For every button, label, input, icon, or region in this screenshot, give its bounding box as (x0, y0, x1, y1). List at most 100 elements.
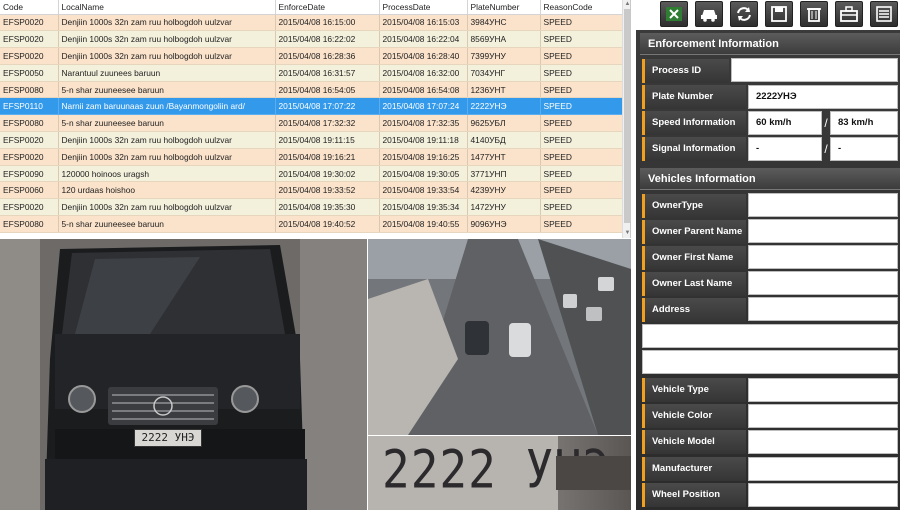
cell-reasoncode: SPEED (540, 30, 623, 49)
cell-platenumber: 9625УБЛ (467, 114, 541, 133)
cell-reasoncode: SPEED (540, 165, 623, 183)
column-header-enforcedate[interactable]: EnforceDate (275, 0, 380, 15)
cell-code: EFSP0020 (0, 30, 59, 49)
traffic-enforcement-app: Code LocalName EnforceDate ProcessDate P… (0, 0, 900, 510)
signal-separator: / (824, 142, 828, 156)
refresh-button[interactable] (730, 1, 758, 27)
table-row[interactable]: EFSP0020 Denjiin 1000s 32n zam ruu holbog… (0, 131, 623, 149)
table-row[interactable]: EFSP0080 5-n shar zuuneesee baruun 2015/04… (0, 81, 623, 99)
cell-code: EFSP0060 (0, 181, 59, 200)
cell-enforcedate: 2015/04/08 19:16:21 (275, 148, 380, 166)
vehicle-button[interactable] (695, 1, 723, 27)
cell-reasoncode: SPEED (540, 181, 623, 200)
cell-processdate: 2015/04/08 19:40:55 (379, 215, 468, 233)
signal-information-label: Signal Information (642, 137, 746, 161)
vehicle-type-label: Vehicle Type (642, 378, 746, 402)
plate-number-field[interactable]: 2222УНЭ (748, 85, 898, 109)
speed-measured-field[interactable]: 83 km/h (830, 111, 898, 135)
cell-platenumber: 7399УНУ (467, 47, 541, 65)
table-row[interactable]: EFSP0080 5-n shar zuuneesee baruun 2015/04… (0, 215, 623, 233)
manufacturer-field[interactable] (748, 457, 898, 481)
cell-platenumber: 9096УНЭ (467, 215, 541, 233)
cell-localname: Denjiin 1000s 32n zam ruu holbogdoh uulz… (58, 148, 276, 166)
cell-code: EFSP0020 (0, 198, 59, 217)
grid-scrollbar[interactable]: ▲ ▼ (622, 0, 630, 238)
cell-enforcedate: 2015/04/08 19:33:52 (275, 181, 380, 200)
column-header-processdate[interactable]: ProcessDate (379, 0, 468, 15)
table-row[interactable]: EFSP0050 Narantuul zuunees baruun 2015/04/… (0, 64, 623, 82)
cell-reasoncode: SPEED (540, 81, 623, 99)
process-id-label: Process ID (642, 59, 729, 83)
cell-platenumber: 2222УНЭ (467, 97, 541, 116)
cell-reasoncode: SPEED (540, 215, 623, 233)
column-header-platenumber[interactable]: PlateNumber (467, 0, 541, 15)
plate-number-label: Plate Number (642, 85, 746, 109)
table-row[interactable]: EFSP0020 Denjiin 1000s 32n zam ruu holbog… (0, 198, 623, 217)
scroll-thumb[interactable] (624, 9, 630, 223)
cell-platenumber: 4140УБД (467, 131, 541, 149)
cell-enforcedate: 2015/04/08 16:22:02 (275, 30, 380, 49)
cell-code: EFSP0090 (0, 165, 59, 183)
save-button[interactable] (765, 1, 793, 27)
cell-enforcedate: 2015/04/08 16:15:00 (275, 14, 380, 32)
vehicle-type-field[interactable] (748, 378, 898, 402)
cell-reasoncode: SPEED (540, 64, 623, 82)
cell-localname: Narnii zam baruunaas zuun /Bayanmongolii… (58, 97, 276, 116)
cell-enforcedate: 2015/04/08 19:40:52 (275, 215, 380, 233)
table-row[interactable]: EFSP0020 Denjiin 1000s 32n zam ruu holbog… (0, 148, 623, 166)
signal-field-b[interactable]: - (830, 137, 898, 161)
cell-processdate: 2015/04/08 16:32:00 (379, 64, 468, 82)
cell-processdate: 2015/04/08 19:30:05 (379, 165, 468, 183)
process-id-field[interactable] (731, 58, 898, 82)
cell-localname: 5-n shar zuuneesee baruun (58, 114, 276, 133)
owner-last-name-field[interactable] (748, 271, 898, 295)
vehicle-model-field[interactable] (748, 430, 898, 454)
vehicles-section-title: Vehicles Information (640, 168, 900, 190)
cell-localname: 120000 hoinoos uragsh (58, 165, 276, 183)
table-row[interactable]: EFSP0080 5-n shar zuuneesee baruun 2015/04… (0, 114, 623, 133)
cell-processdate: 2015/04/08 17:07:24 (379, 97, 468, 116)
vehicle-color-field[interactable] (748, 404, 898, 428)
signal-field-a[interactable]: - (748, 137, 822, 161)
column-header-localname[interactable]: LocalName (58, 0, 276, 15)
address-field[interactable] (748, 297, 898, 321)
cell-code: EFSP0020 (0, 131, 59, 149)
address-label: Address (642, 298, 746, 322)
speed-separator: / (824, 116, 828, 130)
cell-code: EFSP0020 (0, 14, 59, 32)
delete-button[interactable] (800, 1, 828, 27)
cell-processdate: 2015/04/08 16:22:04 (379, 30, 468, 49)
table-row[interactable]: EFSP0020 Denjiin 1000s 32n zam ruu holbog… (0, 14, 623, 32)
cell-platenumber: 3771УНП (467, 165, 541, 183)
speed-information-label: Speed Information (642, 111, 746, 135)
cell-localname: Denjiin 1000s 32n zam ruu holbogdoh uulz… (58, 47, 276, 65)
column-header-reasoncode[interactable]: ReasonCode (540, 0, 623, 15)
table-row[interactable]: EFSP0060 120 urdaas hoishoo 2015/04/08 19:… (0, 181, 623, 200)
toolbox-button[interactable] (835, 1, 863, 27)
owner-first-name-field[interactable] (748, 245, 898, 269)
delete-icon (807, 8, 821, 22)
save-icon (771, 6, 787, 22)
wheel-position-field[interactable] (748, 483, 898, 507)
address-line-2-field[interactable] (642, 324, 898, 348)
table-row[interactable]: EFSP0110 Narnii zam baruunaas zuun /Bayan… (0, 97, 623, 116)
table-row[interactable]: EFSP0020 Denjiin 1000s 32n zam ruu holbog… (0, 47, 623, 65)
table-row[interactable]: EFSP0090 120000 hoinoos uragsh 2015/04/08 … (0, 165, 623, 183)
list-button[interactable] (870, 1, 898, 27)
cell-code: EFSP0110 (0, 97, 59, 116)
owner-parent-name-field[interactable] (748, 219, 898, 243)
scroll-down-icon[interactable]: ▼ (624, 230, 630, 237)
owner-type-field[interactable] (748, 193, 898, 217)
table-row[interactable]: EFSP0020 Denjiin 1000s 32n zam ruu holbog… (0, 30, 623, 49)
cell-reasoncode: SPEED (540, 114, 623, 133)
column-header-code[interactable]: Code (0, 0, 59, 15)
scroll-up-icon[interactable]: ▲ (624, 1, 630, 8)
address-line-3-field[interactable] (642, 350, 898, 374)
cell-processdate: 2015/04/08 19:16:25 (379, 148, 468, 166)
export-excel-button[interactable] (660, 1, 688, 27)
road-overview-photo (368, 239, 631, 435)
cell-localname: Denjiin 1000s 32n zam ruu holbogdoh uulz… (58, 131, 276, 149)
plate-crop-photo: 2222 УНЭ (368, 436, 631, 510)
cell-enforcedate: 2015/04/08 17:32:32 (275, 114, 380, 133)
speed-limit-field[interactable]: 60 km/h (748, 111, 822, 135)
